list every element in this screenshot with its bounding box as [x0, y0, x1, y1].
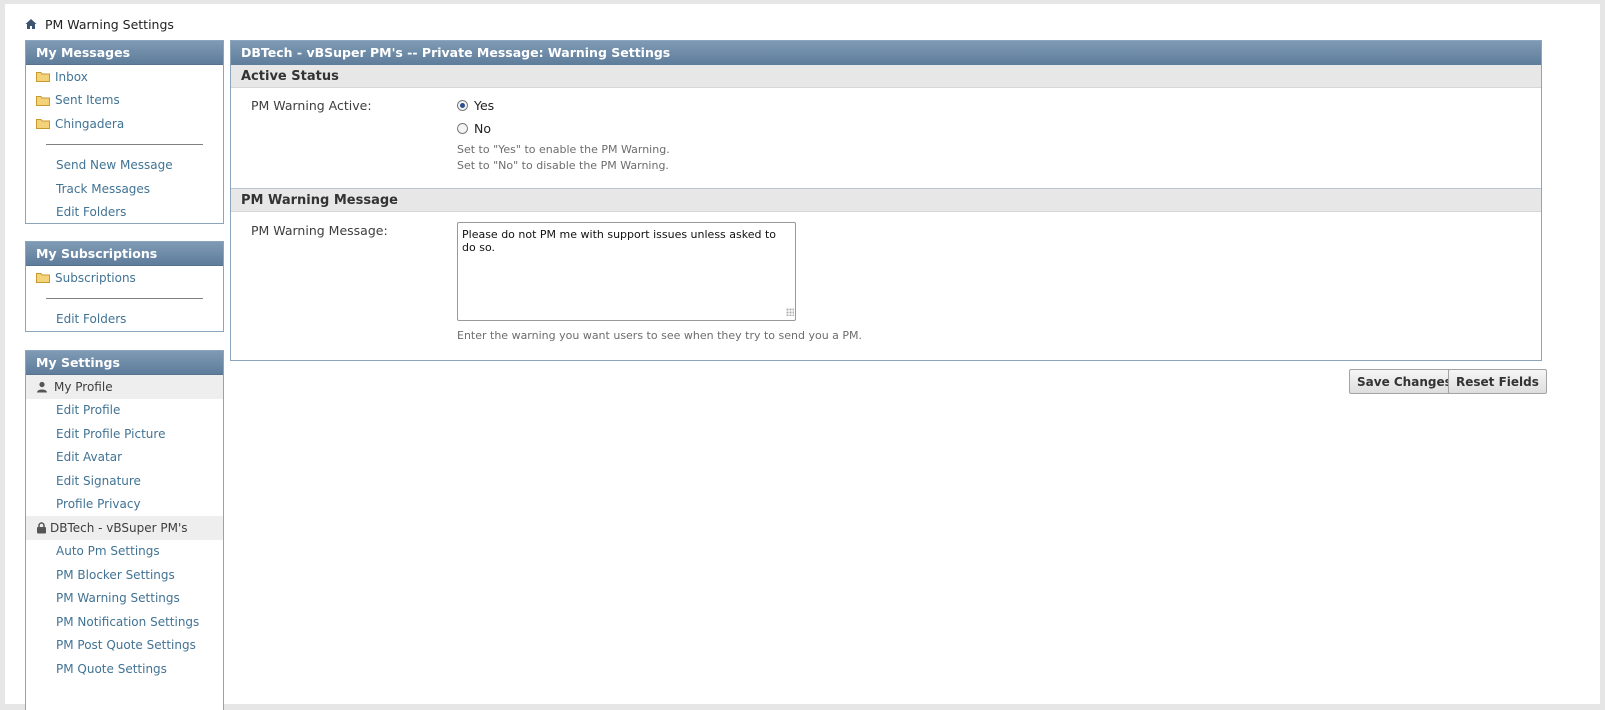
radio-yes-option[interactable]: Yes	[457, 98, 494, 113]
warning-message-textarea[interactable]: Please do not PM me with support issues …	[457, 222, 796, 321]
sidebar-item-track-messages[interactable]: Track Messages	[26, 177, 223, 201]
sidebar-item-edit-folders[interactable]: Edit Folders	[26, 201, 223, 225]
sidebar-item-label: Sent Items	[55, 93, 120, 108]
sidebar-item-auto-pm-settings[interactable]: Auto Pm Settings	[26, 540, 223, 564]
sidebar-item-subscriptions[interactable]: Subscriptions	[26, 266, 223, 290]
sidebar-item-chingadera[interactable]: Chingadera	[26, 112, 223, 136]
my-messages-block: My Messages Inbox Sent Items Chingadera …	[25, 40, 224, 224]
sidebar-item-pm-warning-settings[interactable]: PM Warning Settings	[26, 587, 223, 611]
help-line: Set to "No" to disable the PM Warning.	[457, 159, 669, 172]
folder-icon	[36, 95, 50, 106]
my-subscriptions-block: My Subscriptions Subscriptions Edit Fold…	[25, 241, 224, 332]
my-subscriptions-header: My Subscriptions	[26, 242, 223, 266]
radio-no[interactable]	[457, 123, 468, 134]
sidebar-item-edit-profile[interactable]: Edit Profile	[26, 399, 223, 423]
my-settings-block: My Settings My Profile Edit Profile Edit…	[25, 350, 224, 710]
sidebar-item-pm-blocker-settings[interactable]: PM Blocker Settings	[26, 563, 223, 587]
home-icon[interactable]	[25, 18, 37, 30]
sidebar-group-label: DBTech - vBSuper PM's	[50, 520, 188, 535]
warning-message-help: Enter the warning you want users to see …	[457, 329, 863, 342]
sidebar-group-my-profile: My Profile	[26, 375, 223, 399]
breadcrumb: PM Warning Settings	[25, 15, 174, 33]
folder-icon	[36, 273, 50, 284]
active-status-row: PM Warning Active: Yes No Set to "Yes" t…	[231, 88, 1541, 188]
user-icon	[37, 381, 47, 393]
sidebar-group-vbsuper-pms: DBTech - vBSuper PM's	[26, 516, 223, 540]
sidebar-item-sent-items[interactable]: Sent Items	[26, 89, 223, 113]
warning-message-row: PM Warning Message: Please do not PM me …	[231, 212, 1541, 360]
my-settings-header: My Settings	[26, 351, 223, 375]
lock-icon	[37, 522, 46, 534]
page: PM Warning Settings My Messages Inbox Se…	[5, 4, 1600, 710]
sidebar-item-edit-profile-picture[interactable]: Edit Profile Picture	[26, 422, 223, 446]
sidebar-item-inbox[interactable]: Inbox	[26, 65, 223, 89]
radio-yes-label: Yes	[474, 98, 495, 113]
pm-warning-active-label: PM Warning Active:	[251, 98, 372, 113]
sidebar-group-label: My Profile	[54, 379, 113, 394]
active-status-help: Set to "Yes" to enable the PM Warning. S…	[457, 142, 670, 174]
warning-settings-panel: DBTech - vBSuper PM's -- Private Message…	[230, 40, 1542, 361]
panel-title: DBTech - vBSuper PM's -- Private Message…	[231, 41, 1541, 65]
sidebar-item-profile-privacy[interactable]: Profile Privacy	[26, 493, 223, 517]
sidebar-item-label: Inbox	[55, 69, 88, 84]
sidebar-item-pm-notification-settings[interactable]: PM Notification Settings	[26, 610, 223, 634]
section-active-status: Active Status	[231, 65, 1541, 88]
reset-fields-button[interactable]: Reset Fields	[1448, 369, 1547, 394]
sidebar-item-label: Chingadera	[55, 116, 125, 131]
sidebar-item-edit-signature[interactable]: Edit Signature	[26, 469, 223, 493]
save-changes-button[interactable]: Save Changes	[1349, 369, 1460, 394]
sidebar-item-label: Subscriptions	[55, 270, 136, 285]
my-messages-header: My Messages	[26, 41, 223, 65]
sidebar-item-send-new-message[interactable]: Send New Message	[26, 154, 223, 178]
resize-grip-icon[interactable]	[786, 308, 794, 316]
help-line: Set to "Yes" to enable the PM Warning.	[457, 143, 670, 156]
folder-icon	[36, 72, 50, 83]
sidebar-item-pm-quote-settings[interactable]: PM Quote Settings	[26, 657, 223, 681]
radio-no-option[interactable]: No	[457, 121, 491, 136]
sidebar-item-edit-avatar[interactable]: Edit Avatar	[26, 446, 223, 470]
section-pm-warning-message: PM Warning Message	[231, 189, 1541, 212]
radio-no-label: No	[474, 121, 491, 136]
sidebar-item-edit-folders[interactable]: Edit Folders	[26, 308, 223, 332]
divider	[46, 297, 203, 299]
sidebar-item-pm-post-quote-settings[interactable]: PM Post Quote Settings	[26, 634, 223, 658]
folder-icon	[36, 119, 50, 130]
divider	[46, 143, 203, 145]
radio-yes[interactable]	[457, 100, 468, 111]
pm-warning-message-label: PM Warning Message:	[251, 223, 388, 238]
page-title: PM Warning Settings	[45, 16, 174, 32]
